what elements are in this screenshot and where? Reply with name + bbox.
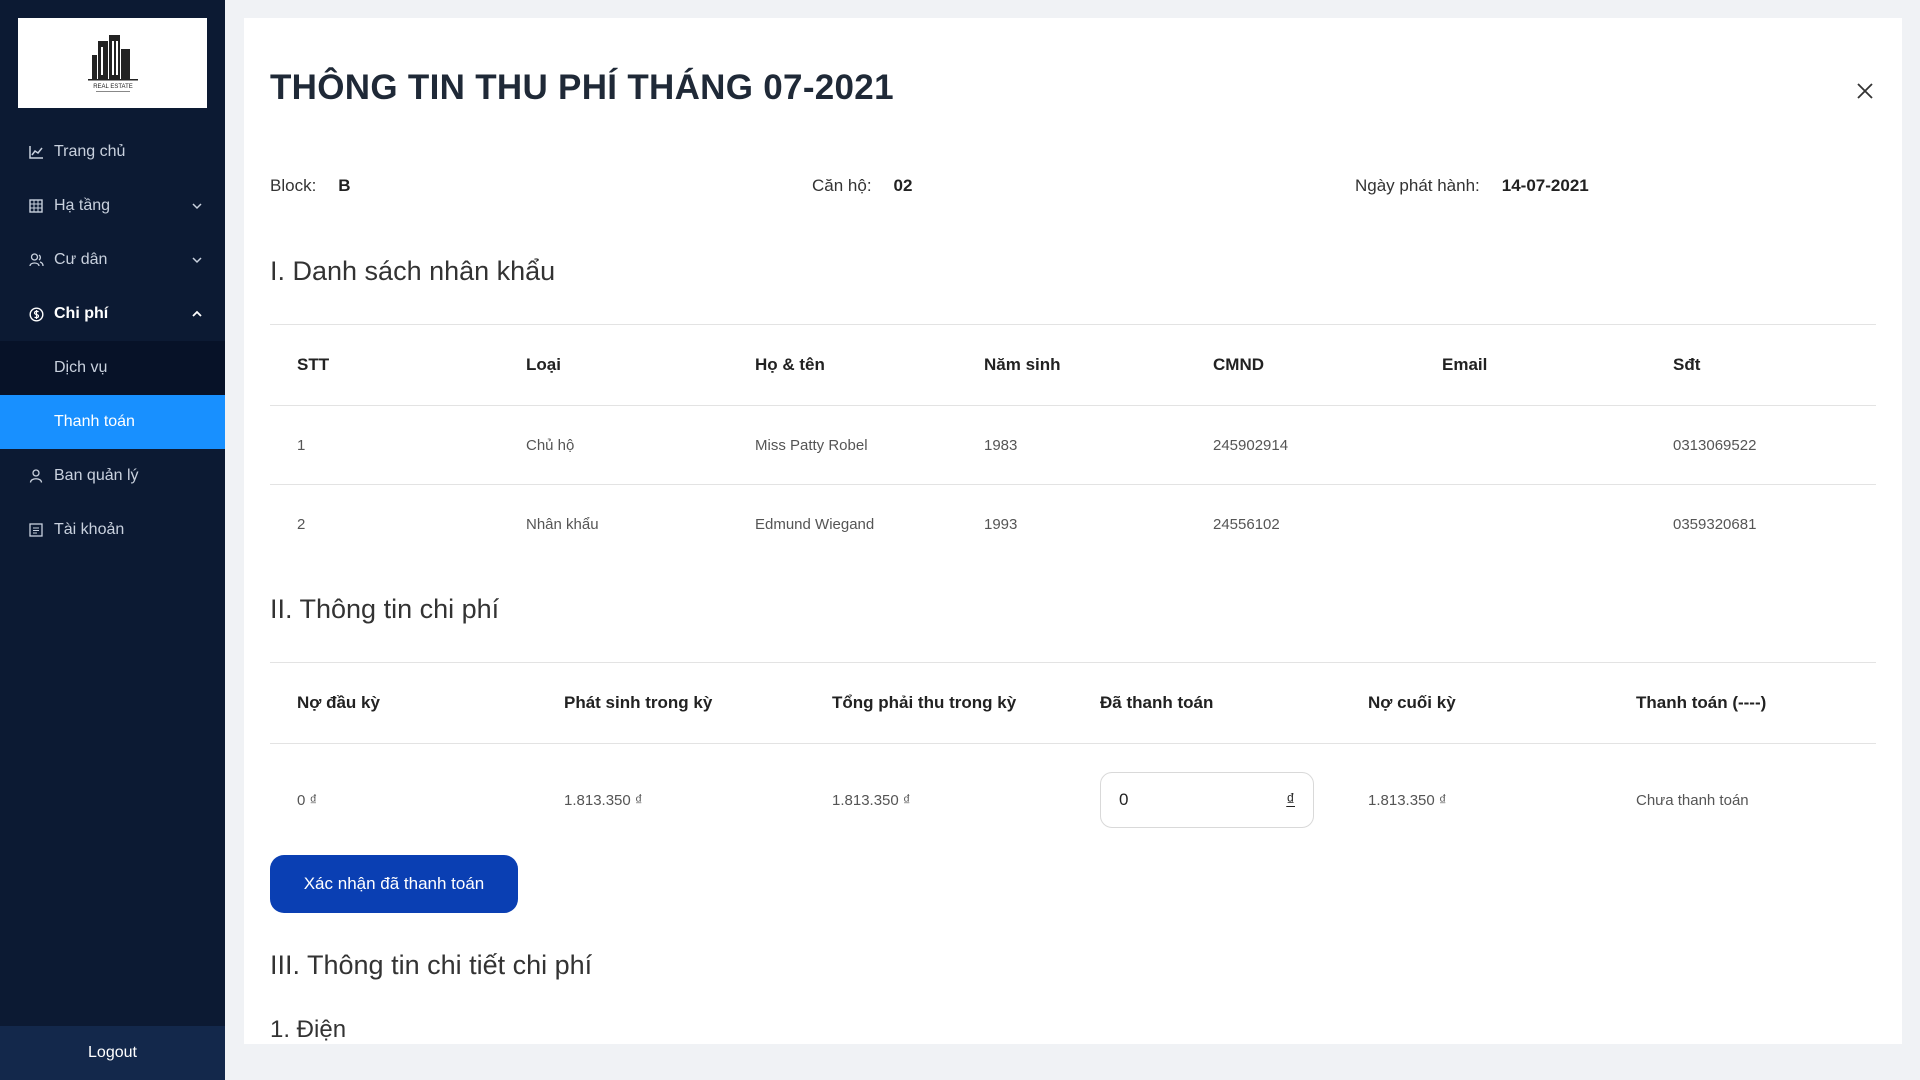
header-type: Loại: [526, 355, 561, 374]
sidebar-item-home[interactable]: Trang chủ: [0, 125, 225, 179]
cell-id: 24556102: [1213, 516, 1280, 533]
header-birth-year: Năm sinh: [984, 355, 1061, 374]
sidebar-item-label: Hạ tầng: [54, 197, 111, 214]
fees-table: Nợ đầu kỳ Phát sinh trong kỳ Tổng phải t…: [270, 662, 1876, 856]
sidebar-submenu-costs: Dịch vụ Thanh toán: [0, 341, 225, 449]
cell-paid: 0 ₫: [1073, 772, 1341, 828]
cell-stt: 1: [297, 436, 306, 454]
table-header: Nợ đầu kỳ Phát sinh trong kỳ Tổng phải t…: [270, 662, 1876, 744]
sidebar-item-label: Thanh toán: [54, 413, 135, 430]
cell-incurred: 1.813.350 ₫: [564, 791, 643, 809]
header-closing-debt: Nợ cuối kỳ: [1368, 693, 1456, 712]
sidebar-item-residents[interactable]: Cư dân: [0, 233, 225, 287]
users-icon: [28, 252, 44, 268]
chevron-up-icon: [192, 310, 202, 317]
header-total-due: Tổng phải thu trong kỳ: [832, 693, 1017, 712]
header-payment-status: Thanh toán (----): [1636, 693, 1767, 712]
sidebar-item-label: Chi phí: [54, 305, 109, 322]
sidebar: REAL ESTATE Trang chủ Hạ tầng Cư dân Chi…: [0, 0, 225, 1080]
apartment-info: Căn hộ: 02: [812, 176, 912, 196]
apartment-label: Căn hộ:: [812, 176, 872, 195]
cell-phone: 0313069522: [1673, 436, 1757, 454]
cell-name: Edmund Wiegand: [755, 516, 875, 533]
building-icon: [28, 198, 44, 214]
info-row: Block: B Căn hộ: 02 Ngày phát hành: 14-0…: [270, 176, 1876, 206]
cell-opening-debt: 0 ₫: [297, 791, 318, 809]
sidebar-item-label: Cư dân: [54, 251, 108, 268]
money-icon: [28, 306, 44, 322]
cell-birth-year: 1993: [984, 516, 1018, 533]
currency-symbol: ₫: [1286, 790, 1295, 809]
issue-date-value: 14-07-2021: [1501, 176, 1589, 195]
residents-table: STT Loại Họ & tên Năm sinh CMND Email Sđ…: [270, 324, 1876, 564]
cell-birth-year: 1983: [984, 436, 1018, 454]
section-fees-title: II. Thông tin chi phí: [270, 594, 500, 624]
sidebar-item-account[interactable]: Tài khoản: [0, 503, 225, 557]
issue-date-info: Ngày phát hành: 14-07-2021: [1355, 176, 1589, 196]
sidebar-item-management[interactable]: Ban quản lý: [0, 449, 225, 503]
paid-amount-value: 0: [1119, 790, 1129, 809]
header-paid: Đã thanh toán: [1100, 693, 1214, 712]
cell-id: 245902914: [1213, 436, 1289, 454]
cell-stt: 2: [297, 516, 306, 533]
sidebar-nav: Trang chủ Hạ tầng Cư dân Chi phí Dịch vụ…: [0, 125, 225, 557]
chevron-down-icon: [192, 203, 202, 210]
sidebar-item-label: Trang chủ: [54, 143, 126, 160]
sidebar-item-costs[interactable]: Chi phí: [0, 287, 225, 341]
logo: REAL ESTATE: [18, 18, 207, 108]
block-value: B: [338, 176, 351, 195]
cell-name: Miss Patty Robel: [755, 436, 868, 454]
table-row: 1 Chủ hộ Miss Patty Robel 1983 245902914…: [270, 406, 1876, 485]
fee-detail-modal: THÔNG TIN THU PHÍ THÁNG 07-2021 Block: B…: [244, 18, 1902, 1044]
sidebar-item-label: Dịch vụ: [54, 359, 108, 376]
sidebar-item-infrastructure[interactable]: Hạ tầng: [0, 179, 225, 233]
account-icon: [28, 522, 44, 538]
cell-payment-status: Chưa thanh toán: [1636, 791, 1749, 809]
header-name: Họ & tên: [755, 355, 825, 374]
sidebar-item-payment[interactable]: Thanh toán: [0, 395, 225, 449]
header-stt: STT: [297, 355, 330, 374]
issue-date-label: Ngày phát hành:: [1355, 176, 1480, 195]
block-label: Block:: [270, 176, 317, 195]
header-email: Email: [1442, 355, 1488, 374]
table-row: 0 ₫ 1.813.350 ₫ 1.813.350 ₫ 0 ₫ 1.813.35…: [270, 744, 1876, 856]
block-info: Block: B: [270, 176, 351, 196]
cell-total-due: 1.813.350 ₫: [832, 791, 911, 809]
header-phone: Sđt: [1673, 355, 1701, 374]
header-id: CMND: [1213, 355, 1264, 374]
cell-type: Nhân khẩu: [526, 516, 599, 533]
table-row: 2 Nhân khẩu Edmund Wiegand 1993 24556102…: [270, 485, 1876, 564]
sidebar-item-services[interactable]: Dịch vụ: [0, 341, 225, 395]
paid-amount-input[interactable]: 0 ₫: [1100, 772, 1314, 828]
close-icon[interactable]: [1854, 80, 1876, 102]
cell-type: Chủ hộ: [526, 436, 575, 454]
chevron-down-icon: [192, 257, 202, 264]
chart-icon: [28, 144, 44, 160]
page-title: THÔNG TIN THU PHÍ THÁNG 07-2021: [270, 68, 894, 107]
header-incurred: Phát sinh trong kỳ: [564, 693, 713, 712]
confirm-payment-button[interactable]: Xác nhận đã thanh toán: [270, 855, 518, 913]
table-header: STT Loại Họ & tên Năm sinh CMND Email Sđ…: [270, 324, 1876, 406]
svg-text:REAL ESTATE: REAL ESTATE: [93, 84, 133, 90]
section-residents-title: I. Danh sách nhân khẩu: [270, 256, 556, 286]
cell-phone: 0359320681: [1673, 516, 1757, 533]
logout-button[interactable]: Logout: [0, 1026, 225, 1080]
user-icon: [28, 468, 44, 484]
cell-closing-debt: 1.813.350 ₫: [1368, 791, 1447, 809]
header-opening-debt: Nợ đầu kỳ: [297, 693, 380, 712]
apartment-value: 02: [893, 176, 913, 195]
section-fee-details-title: III. Thông tin chi tiết chi phí: [270, 950, 593, 980]
sidebar-item-label: Tài khoản: [54, 521, 125, 538]
sidebar-item-label: Ban quản lý: [54, 467, 139, 484]
building-logo-icon: REAL ESTATE: [87, 35, 138, 92]
subsection-electricity-title: 1. Điện: [270, 1016, 347, 1043]
